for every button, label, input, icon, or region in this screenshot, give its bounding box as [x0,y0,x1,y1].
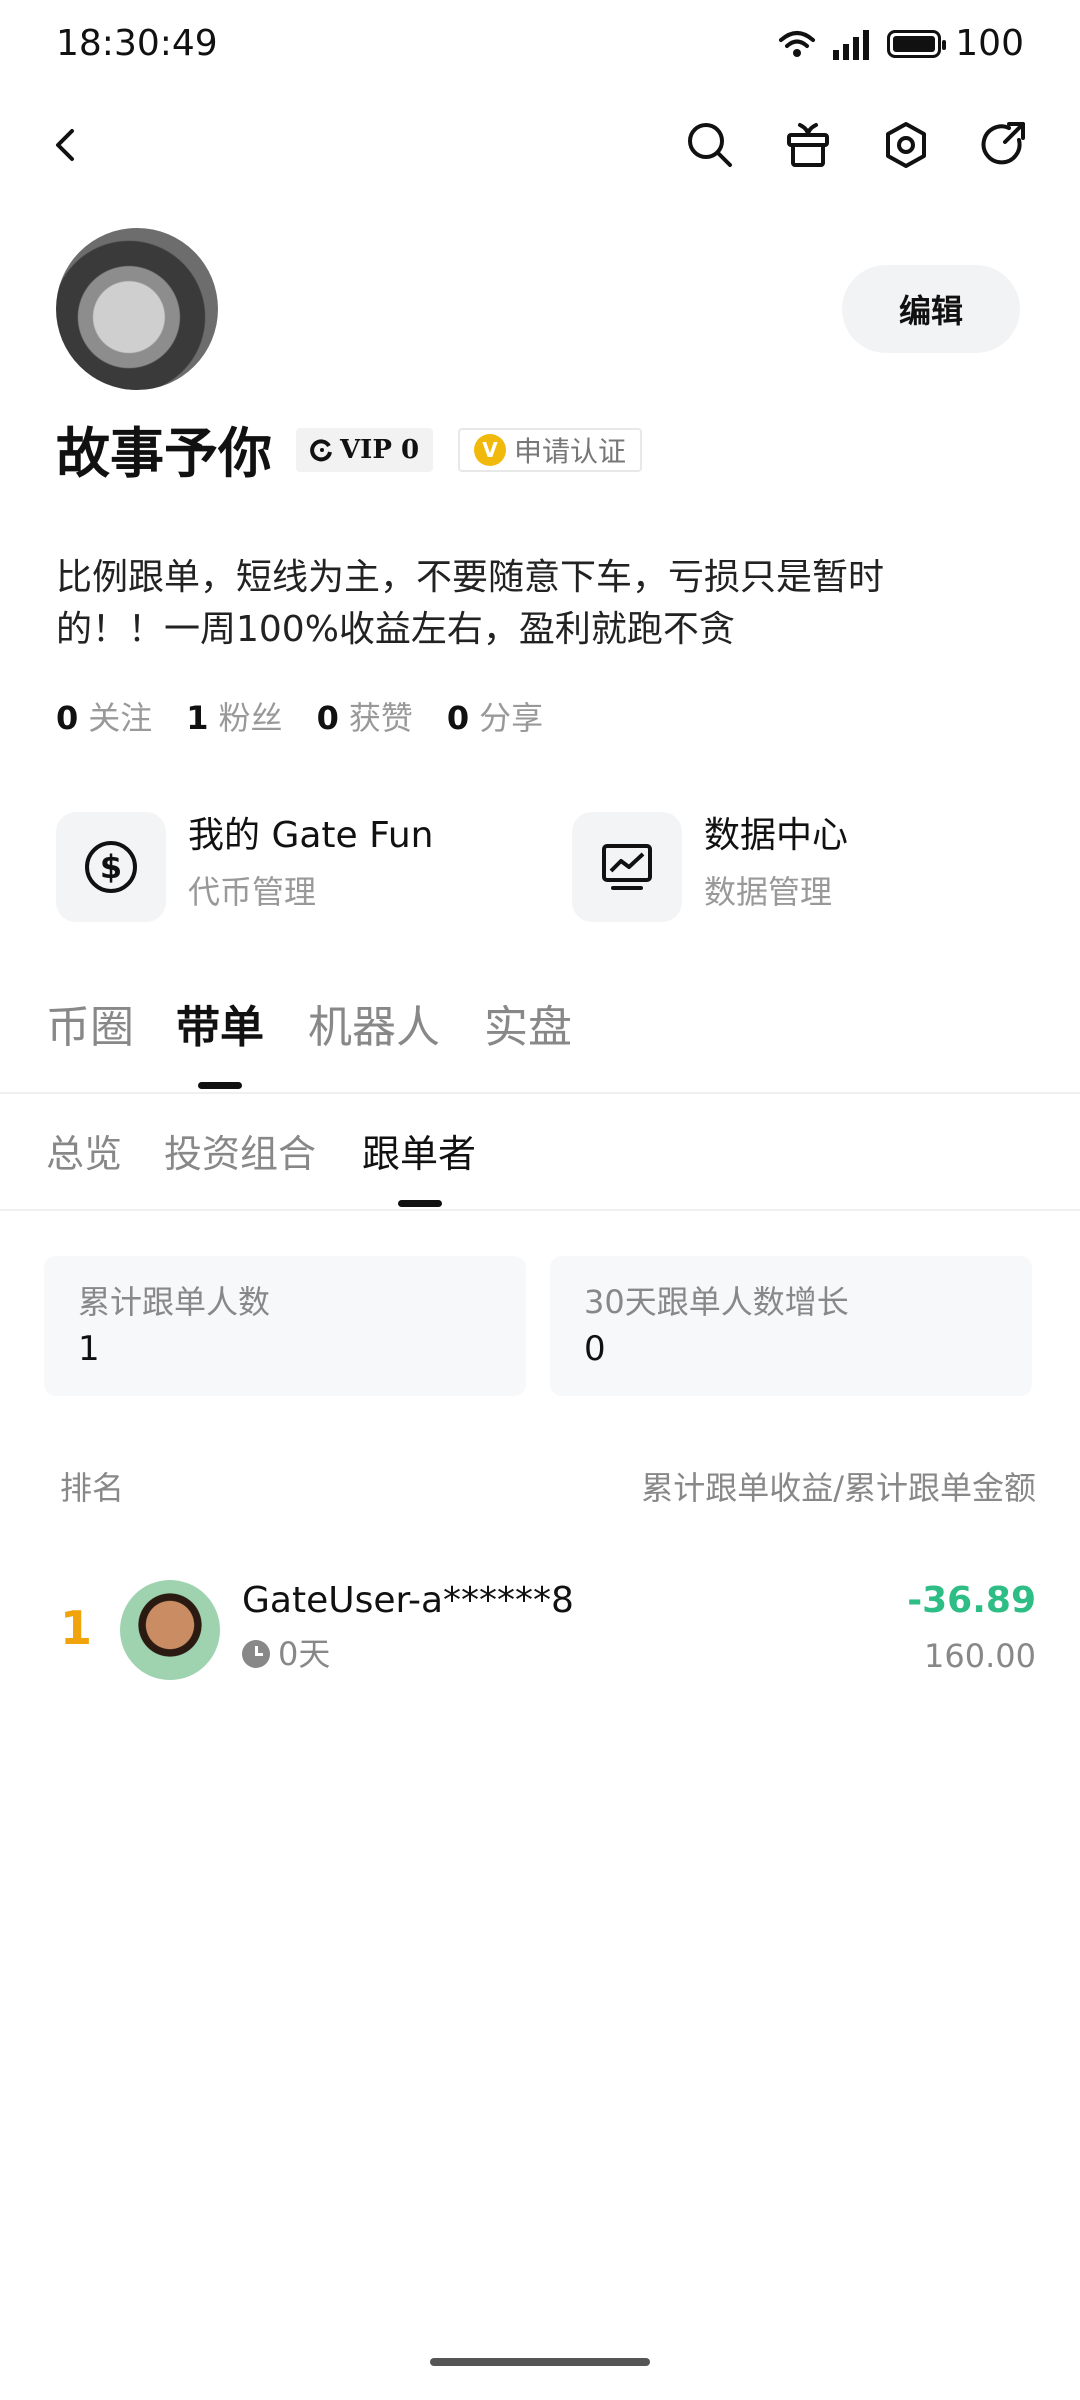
verified-shield-icon: V [474,434,506,466]
follower-name[interactable]: GateUser-a******8 [242,1576,574,1626]
column-rank: 排名 [60,1469,125,1507]
home-indicator[interactable] [430,2358,650,2366]
status-time: 18:30:49 [56,23,218,64]
profile-stats: 0 关注 1 粉丝 0 获赞 0 分享 [56,696,543,740]
follower-amount: 160.00 [924,1637,1036,1675]
chart-monitor-icon[interactable] [572,812,682,922]
divider [0,1209,1080,1211]
gate-fun-title: 我的 Gate Fun [188,815,434,856]
follower-avatar[interactable] [120,1580,220,1680]
stat-followers[interactable]: 1 粉丝 [186,696,282,740]
divider [0,1092,1080,1094]
apply-verification-badge[interactable]: V 申请认证 [458,428,643,472]
back-icon[interactable] [36,115,96,175]
battery-level: 100 [955,23,1024,64]
follower-days: 0天 [278,1635,331,1673]
edit-button[interactable]: 编辑 [842,265,1020,353]
apply-verification-label: 申请认证 [514,435,627,468]
data-center-card[interactable]: 数据中心 数据管理 [704,812,848,914]
gift-icon[interactable] [778,115,838,175]
vip-badge[interactable]: VIP 0 [296,428,434,472]
tab-crypto[interactable]: 币圈 [46,998,134,1058]
subtab-overview[interactable]: 总览 [46,1128,122,1180]
profile-bio: 比例跟单，短线为主，不要随意下车，亏损只是暂时的！！一周100%收益左右，盈利就… [56,557,885,650]
subtab-followers[interactable]: 跟单者 [362,1128,476,1180]
sub-tab-indicator [398,1200,442,1207]
follower-duration: 0天 [242,1632,330,1676]
battery-icon [887,30,947,58]
gate-fun-card[interactable]: 我的 Gate Fun 代币管理 [188,812,433,914]
stat-likes[interactable]: 0 获赞 [317,696,413,740]
follower-pnl: -36.89 [907,1580,1036,1621]
clock-icon [242,1640,270,1668]
follower-growth-label: 30天跟单人数增长 [584,1283,849,1321]
rank-number: 1 [60,1601,93,1655]
follower-growth-card: 30天跟单人数增长 0 [550,1256,1032,1396]
vip-label: VIP 0 [340,435,420,465]
avatar[interactable] [56,228,218,390]
column-profit-amount: 累计跟单收益/累计跟单金额 [641,1469,1036,1507]
subtab-portfolio[interactable]: 投资组合 [164,1128,316,1180]
tab-bots[interactable]: 机器人 [308,998,440,1058]
status-indicators: 100 [777,20,1024,68]
total-followers-value: 1 [78,1329,100,1369]
username: 故事予你 [56,422,272,485]
stat-shares[interactable]: 0 分享 [447,696,543,740]
settings-icon[interactable] [876,115,936,175]
tab-live[interactable]: 实盘 [484,998,572,1058]
data-center-subtitle: 数据管理 [704,873,833,911]
stat-following[interactable]: 0 关注 [56,696,152,740]
total-followers-card: 累计跟单人数 1 [44,1256,526,1396]
data-center-title: 数据中心 [704,815,849,856]
follower-growth-value: 0 [584,1329,606,1369]
svg-text:$: $ [100,848,122,886]
share-icon[interactable] [974,115,1034,175]
main-tab-indicator [198,1082,242,1089]
tab-lead-trading[interactable]: 带单 [176,998,264,1058]
dollar-icon[interactable]: $ [56,812,166,922]
wifi-icon [779,31,816,57]
search-icon[interactable] [680,115,740,175]
total-followers-label: 累计跟单人数 [78,1283,271,1321]
cellular-signal-icon [833,30,870,60]
vip-ring-icon [310,439,332,462]
gate-fun-subtitle: 代币管理 [188,873,317,911]
